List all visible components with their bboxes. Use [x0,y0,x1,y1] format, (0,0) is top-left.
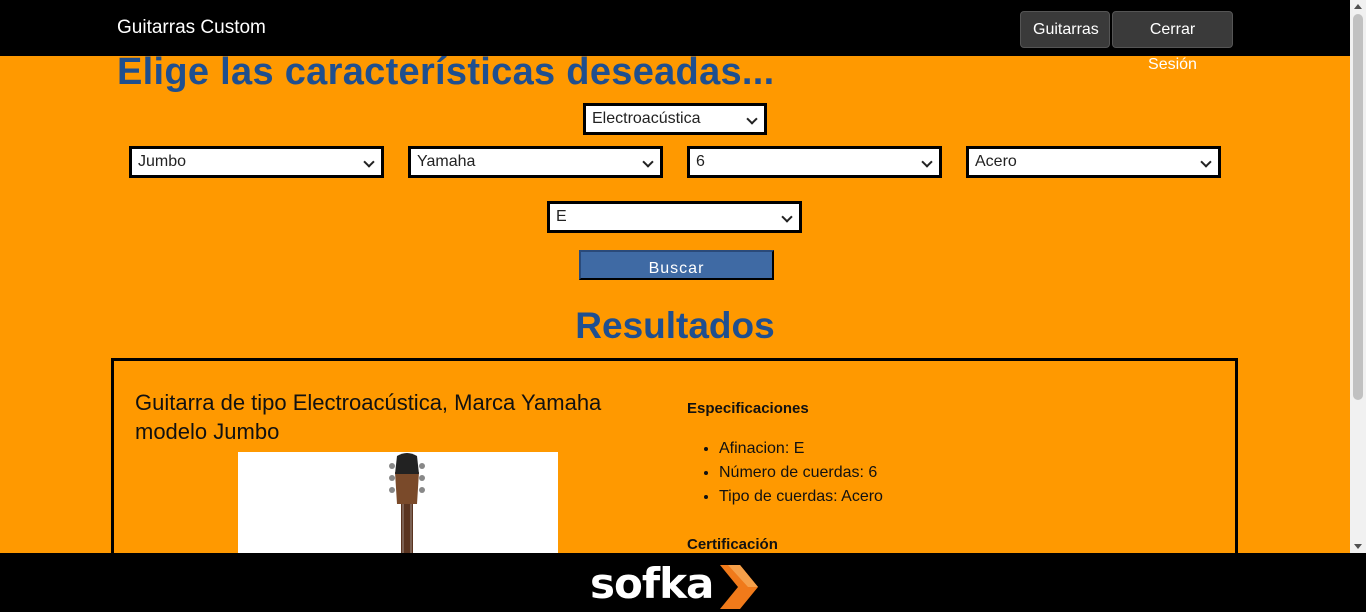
scroll-up-icon[interactable] [1354,4,1362,9]
tipo-select[interactable]: Electroacústica [583,103,767,135]
brand-link[interactable]: Guitarras Custom [117,17,266,39]
specs-heading: Especificaciones [687,400,809,417]
page-title: Elige las características deseadas... [117,51,775,93]
specs-list: Afinacion: E Número de cuerdas: 6 Tipo d… [701,437,883,509]
cuerdas-tipo-select-value: Acero [975,153,1017,170]
guitarras-button[interactable]: Guitarras [1020,11,1110,48]
list-item: Afinacion: E [719,437,883,461]
chevron-down-icon [1200,156,1212,168]
scrollbar-thumb[interactable] [1353,14,1363,400]
results-title: Resultados [575,305,775,346]
modelo-select[interactable]: Jumbo [129,146,384,178]
certification-heading: Certificación [687,536,778,553]
cuerdas-tipo-select[interactable]: Acero [966,146,1221,178]
scrollbar[interactable] [1350,0,1366,553]
chevron-down-icon [781,211,793,223]
afinacion-select-value: E [556,208,567,225]
footer: sofka [0,553,1366,612]
scroll-down-icon[interactable] [1354,544,1362,549]
marca-select-value: Yamaha [417,153,476,170]
marca-select[interactable]: Yamaha [408,146,663,178]
list-item: Número de cuerdas: 6 [719,461,883,485]
tipo-select-value: Electroacústica [592,110,701,127]
cuerdas-num-select[interactable]: 6 [687,146,942,178]
logo-arrow-icon [720,565,758,609]
logout-button[interactable]: Cerrar Sesión [1112,11,1233,73]
search-button[interactable]: Buscar [579,250,774,280]
list-item: Tipo de cuerdas: Acero [719,485,883,509]
logo-text: sofka [590,559,714,608]
chevron-down-icon [363,156,375,168]
result-card-title: Guitarra de tipo Electroacústica, Marca … [135,390,602,444]
afinacion-select[interactable]: E [547,201,802,233]
chevron-down-icon [642,156,654,168]
cuerdas-num-select-value: 6 [696,153,705,170]
guitar-image [238,452,558,562]
chevron-down-icon [746,113,758,125]
navbar: Guitarras Custom Guitarras Cerrar Sesión [0,0,1350,73]
modelo-select-value: Jumbo [138,153,187,170]
chevron-down-icon [921,156,933,168]
